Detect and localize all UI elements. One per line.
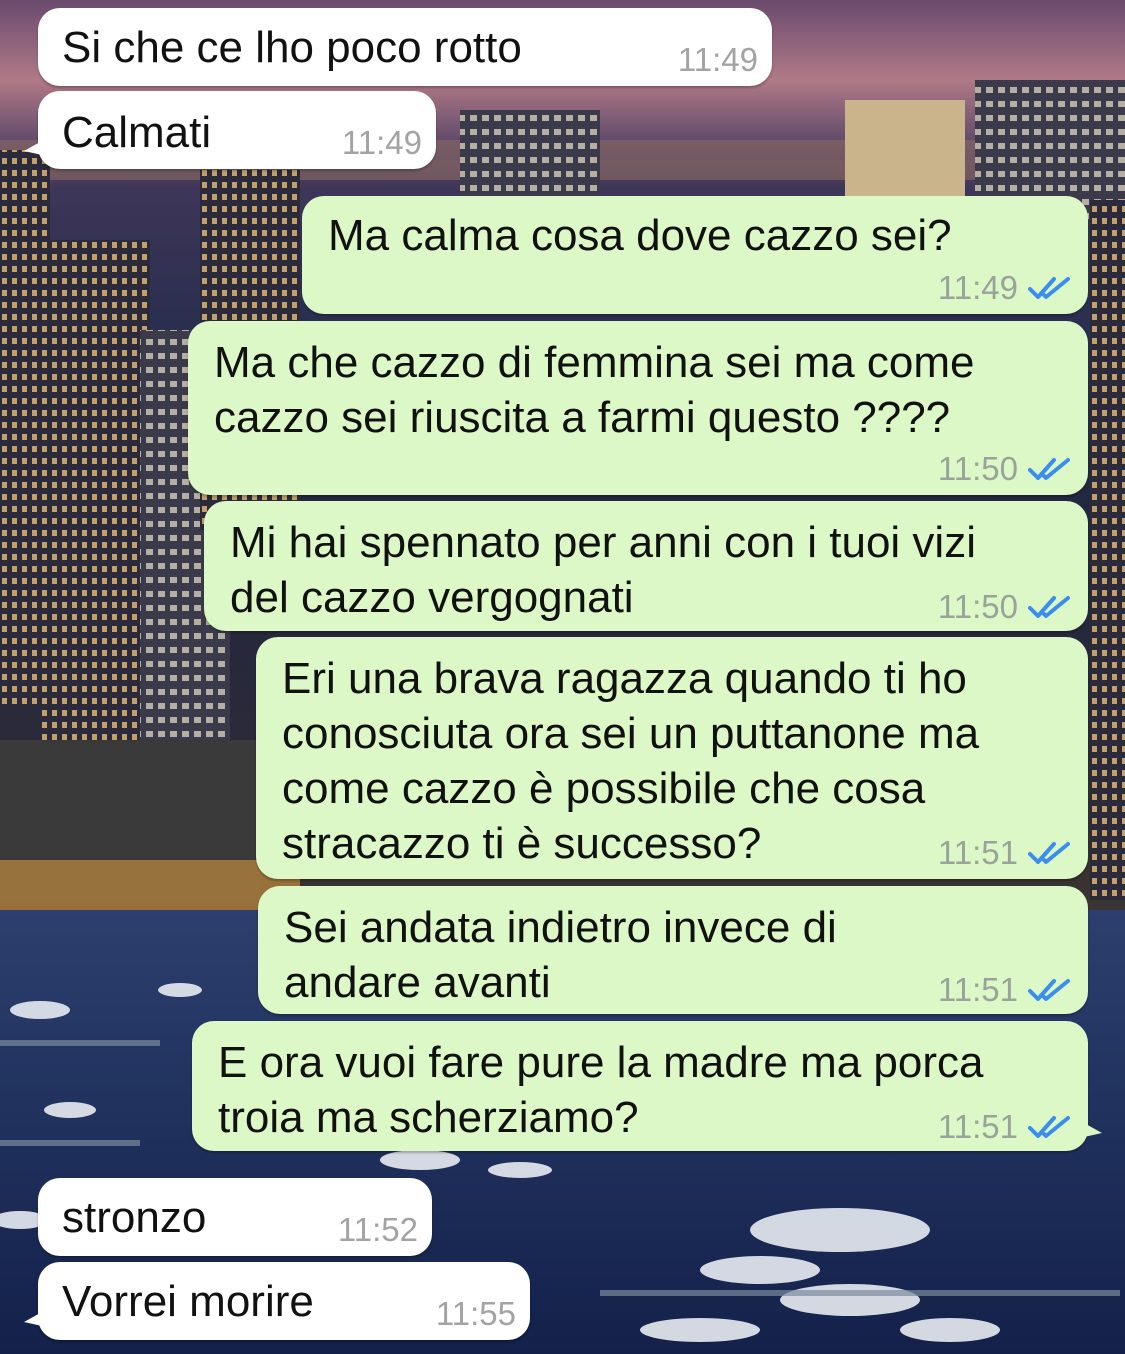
- message-text: Ma calma cosa dove cazzo sei?: [328, 211, 952, 260]
- outgoing-message-bubble[interactable]: Ma che cazzo di femmina sei ma come cazz…: [188, 321, 1088, 495]
- message-text: Si che ce lho poco rotto: [62, 23, 522, 72]
- message-time: 11:51: [937, 1108, 1018, 1145]
- bubble-tail: [1084, 1123, 1102, 1137]
- message-time: 11:51: [937, 834, 1018, 871]
- double-check-read-icon: [1028, 979, 1070, 1001]
- incoming-message-bubble[interactable]: stronzo 11:52: [38, 1178, 432, 1256]
- message-time: 11:50: [937, 450, 1018, 487]
- double-check-read-icon: [1028, 458, 1070, 480]
- message-text: Sei andata indietro invece di andare ava…: [284, 903, 837, 1007]
- chat-message-list[interactable]: Si che ce lho poco rotto 11:49 Calmati 1…: [0, 0, 1125, 1354]
- message-time: 11:52: [337, 1211, 418, 1248]
- double-check-read-icon: [1028, 1116, 1070, 1138]
- message-time: 11:55: [435, 1295, 516, 1332]
- message-time: 11:49: [937, 269, 1018, 306]
- outgoing-message-bubble[interactable]: E ora vuoi fare pure la madre ma porca t…: [192, 1021, 1102, 1151]
- incoming-message-bubble[interactable]: Si che ce lho poco rotto 11:49: [38, 8, 772, 86]
- message-text: Vorrei morire: [62, 1277, 314, 1326]
- double-check-read-icon: [1028, 277, 1070, 299]
- message-time: 11:51: [937, 971, 1018, 1008]
- double-check-read-icon: [1028, 596, 1070, 618]
- message-text: Eri una brava ragazza quando ti ho conos…: [282, 654, 980, 868]
- incoming-message-bubble[interactable]: Vorrei morire 11:55: [24, 1262, 530, 1340]
- message-text: Calmati: [62, 108, 212, 157]
- bubble-tail: [24, 1312, 42, 1326]
- message-time: 11:49: [677, 41, 758, 78]
- outgoing-message-bubble[interactable]: Ma calma cosa dove cazzo sei? 11:49: [302, 196, 1088, 314]
- incoming-message-bubble[interactable]: Calmati 11:49: [24, 91, 436, 169]
- message-text: Mi hai spennato per anni con i tuoi vizi…: [230, 518, 976, 622]
- message-time: 11:49: [341, 124, 422, 161]
- message-text: stronzo: [62, 1193, 207, 1242]
- outgoing-message-bubble[interactable]: Sei andata indietro invece di andare ava…: [258, 886, 1088, 1014]
- message-text: Ma che cazzo di femmina sei ma come cazz…: [214, 338, 975, 442]
- outgoing-message-bubble[interactable]: Eri una brava ragazza quando ti ho conos…: [256, 637, 1088, 879]
- double-check-read-icon: [1028, 842, 1070, 864]
- bubble-tail: [24, 141, 42, 155]
- outgoing-message-bubble[interactable]: Mi hai spennato per anni con i tuoi vizi…: [204, 501, 1088, 631]
- message-time: 11:50: [937, 588, 1018, 625]
- message-text: E ora vuoi fare pure la madre ma porca t…: [218, 1038, 984, 1142]
